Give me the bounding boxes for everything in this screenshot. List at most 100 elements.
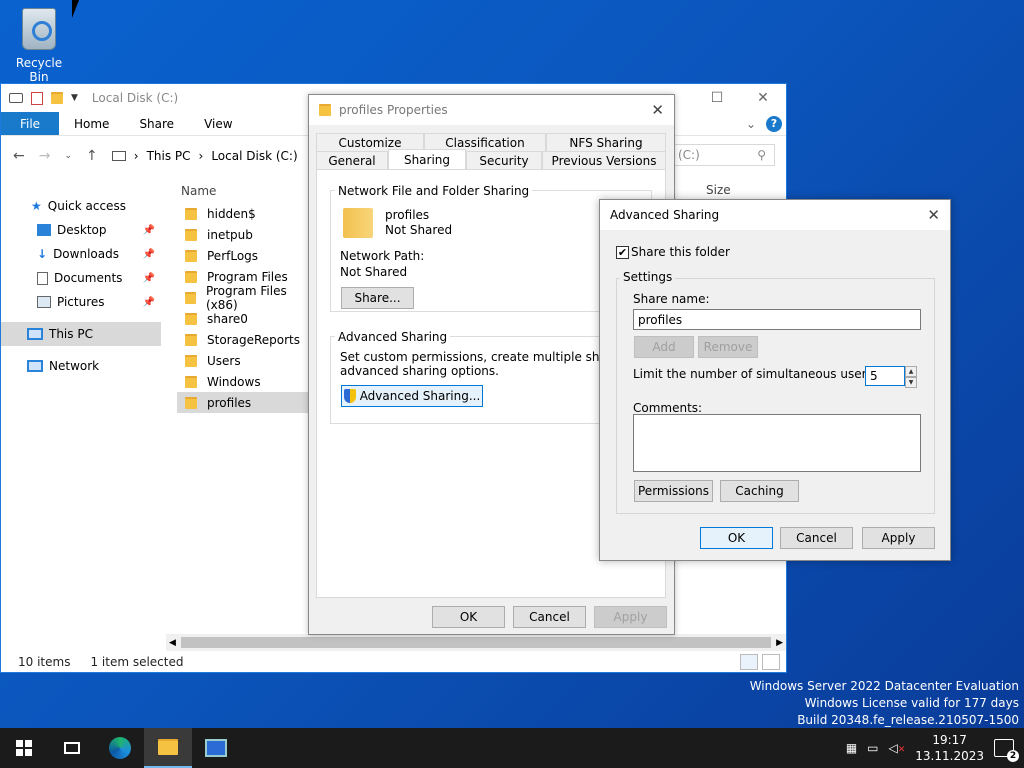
file-tab[interactable]: File [1, 112, 59, 135]
item-count: 10 items [18, 655, 71, 669]
sidebar-item-quick-access[interactable]: ★ Quick access [1, 194, 161, 218]
apply-button[interactable]: Apply [862, 527, 935, 549]
properties-titlebar: profiles Properties ✕ [309, 95, 674, 125]
scroll-left-icon[interactable]: ◀ [169, 638, 176, 648]
apply-button[interactable]: Apply [594, 606, 667, 628]
recent-chevron-icon[interactable]: ⌄ [64, 151, 72, 161]
column-header-name[interactable]: Name [177, 179, 312, 203]
list-item[interactable]: Program Files (x86) [177, 284, 312, 312]
help-icon[interactable]: ? [766, 115, 782, 132]
close-icon[interactable]: ✕ [927, 206, 940, 224]
permissions-button[interactable]: Permissions [634, 480, 713, 502]
tab-sharing[interactable]: Sharing [388, 149, 466, 169]
network-icon[interactable]: ▭ [867, 741, 878, 755]
limit-users-label: Limit the number of simultaneous users t… [633, 367, 893, 381]
notification-icon[interactable]: 2 [994, 739, 1019, 762]
maximize-button[interactable]: ☐ [694, 90, 740, 106]
list-item[interactable]: Users [177, 350, 312, 371]
limit-users-spinner[interactable]: ▲ ▼ [905, 366, 917, 388]
tab-previous-versions[interactable]: Previous Versions [542, 151, 666, 169]
recycle-bin[interactable]: Recycle Bin [8, 8, 70, 84]
document-icon [37, 271, 48, 285]
ok-button[interactable]: OK [432, 606, 505, 628]
scrollbar-thumb[interactable] [181, 637, 771, 648]
tab-home[interactable]: Home [59, 112, 124, 135]
spin-down-icon[interactable]: ▼ [905, 377, 917, 388]
list-item[interactable]: inetpub [177, 224, 312, 245]
back-arrow-icon[interactable]: ← [13, 148, 25, 164]
sidebar-item-documents[interactable]: Documents 📌 [1, 266, 161, 290]
breadcrumb-local-disk[interactable]: Local Disk (C:) [211, 149, 297, 163]
taskbar: ▦ ▭ ◁✕ 19:17 13.11.2023 2 [0, 728, 1024, 768]
list-item[interactable]: Windows [177, 371, 312, 392]
network-sharing-label: Network File and Folder Sharing [335, 184, 533, 198]
folder-icon [185, 291, 196, 304]
close-button[interactable]: ✕ [740, 90, 786, 106]
sidebar-item-network[interactable]: Network [1, 354, 161, 378]
tab-share[interactable]: Share [124, 112, 189, 135]
sidebar-item-desktop[interactable]: Desktop 📌 [1, 218, 161, 242]
tab-nfs-sharing[interactable]: NFS Sharing [546, 133, 666, 151]
cancel-button[interactable]: Cancel [513, 606, 586, 628]
scroll-right-icon[interactable]: ▶ [776, 638, 783, 648]
breadcrumb[interactable]: › This PC › Local Disk (C:) [111, 149, 298, 163]
breadcrumb-this-pc[interactable]: This PC [147, 149, 191, 163]
sidebar-item-pictures[interactable]: Pictures 📌 [1, 290, 161, 314]
task-view-button[interactable] [48, 728, 96, 768]
advanced-sharing-dialog: Advanced Sharing ✕ ✔ Share this folder S… [599, 199, 951, 561]
tab-security[interactable]: Security [466, 151, 542, 169]
share-folder-checkbox[interactable]: ✔ [616, 246, 629, 259]
checkmark-icon[interactable] [31, 91, 43, 105]
share-folder-label[interactable]: Share this folder [631, 245, 730, 259]
details-view-icon[interactable] [740, 654, 758, 670]
properties-icon[interactable] [9, 93, 23, 103]
large-icons-view-icon[interactable] [762, 654, 780, 670]
server-manager-button[interactable] [192, 728, 240, 768]
list-item-selected[interactable]: profiles [177, 392, 312, 413]
horizontal-scrollbar[interactable]: ◀ ▶ [166, 634, 786, 651]
pin-icon: 📌 [142, 224, 155, 236]
remove-button[interactable]: Remove [698, 336, 758, 358]
advanced-sharing-titlebar: Advanced Sharing ✕ [600, 200, 950, 230]
clock[interactable]: 19:17 13.11.2023 [915, 732, 984, 764]
share-name-input[interactable]: profiles [633, 309, 921, 330]
system-tray: ▦ ▭ ◁✕ 19:17 13.11.2023 2 [846, 732, 1024, 764]
network-path-label: Network Path: [340, 249, 425, 263]
limit-users-input[interactable]: 5 [865, 366, 905, 386]
comments-input[interactable] [633, 414, 921, 472]
column-header-size[interactable]: Size [706, 183, 731, 197]
list-item[interactable]: StorageReports [177, 329, 312, 350]
explorer-title: Local Disk (C:) [91, 91, 179, 105]
ok-button[interactable]: OK [700, 527, 773, 549]
network-icon [27, 360, 43, 372]
chevron-down-icon[interactable]: ▼ [71, 93, 78, 103]
sidebar-item-this-pc[interactable]: This PC [1, 322, 161, 346]
status-bar: 10 items 1 item selected [1, 652, 786, 672]
properties-tabs: Customize Classification NFS Sharing Gen… [316, 133, 666, 169]
new-folder-icon[interactable] [51, 92, 63, 104]
volume-muted-icon[interactable]: ◁✕ [889, 741, 906, 755]
network-adapter-icon[interactable]: ▦ [846, 741, 857, 755]
navigation-pane: ★ Quick access Desktop 📌 ↓ Downloads 📌 D… [1, 184, 161, 644]
caching-button[interactable]: Caching [720, 480, 799, 502]
advanced-sharing-button[interactable]: Advanced Sharing... [341, 385, 483, 407]
tab-general[interactable]: General [316, 151, 388, 169]
forward-arrow-icon[interactable]: → [39, 148, 51, 164]
share-button[interactable]: Share... [341, 287, 414, 309]
spin-up-icon[interactable]: ▲ [905, 366, 917, 377]
tab-view[interactable]: View [189, 112, 247, 135]
start-button[interactable] [0, 728, 48, 768]
list-item[interactable]: hidden$ [177, 203, 312, 224]
close-icon[interactable]: ✕ [651, 101, 664, 119]
list-item[interactable]: PerfLogs [177, 245, 312, 266]
search-input[interactable]: (C:) ⚲ [669, 144, 775, 166]
file-explorer-button[interactable] [144, 728, 192, 768]
chevron-down-icon[interactable]: ⌄ [746, 117, 756, 131]
cancel-button[interactable]: Cancel [780, 527, 853, 549]
edge-button[interactable] [96, 728, 144, 768]
sidebar-item-downloads[interactable]: ↓ Downloads 📌 [1, 242, 161, 266]
add-button[interactable]: Add [634, 336, 694, 358]
server-manager-icon [205, 739, 227, 757]
up-arrow-icon[interactable]: ↑ [86, 148, 98, 164]
comments-label: Comments: [633, 401, 703, 415]
